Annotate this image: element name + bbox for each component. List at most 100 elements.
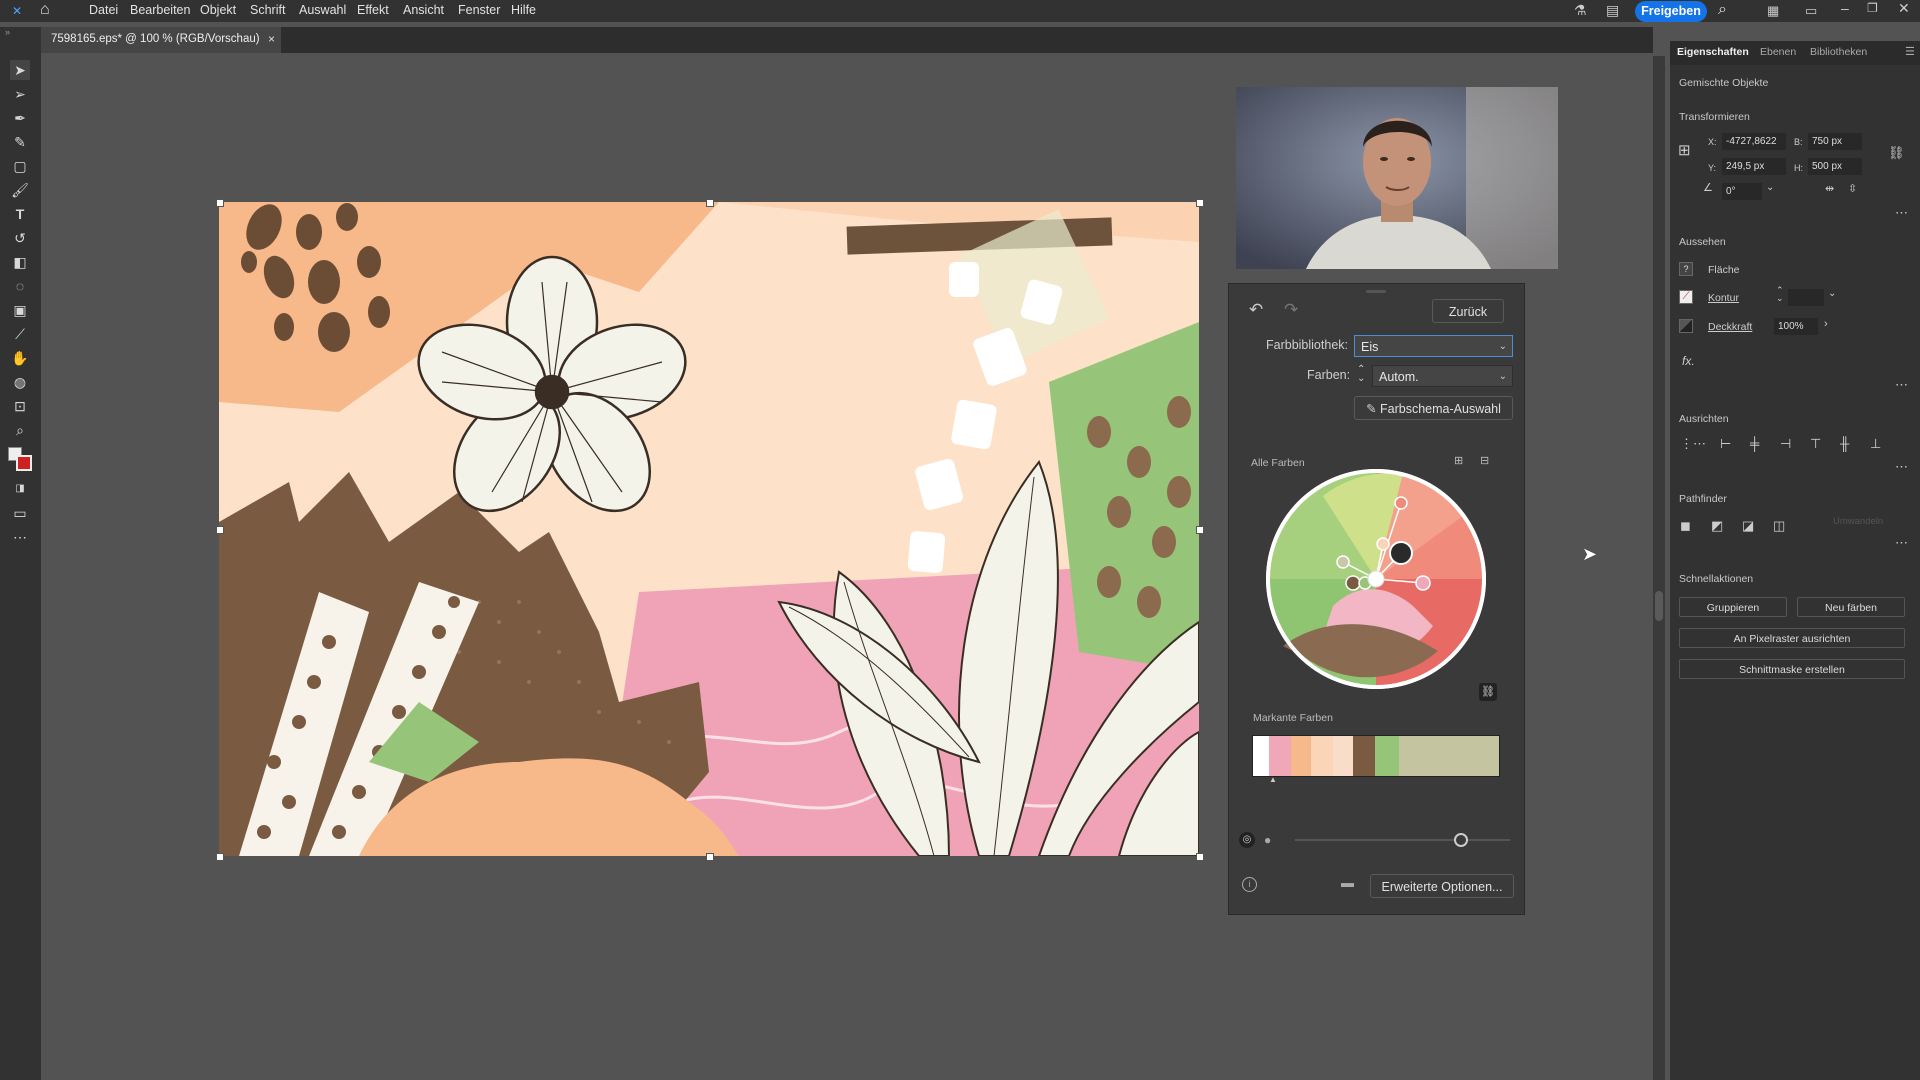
info-icon[interactable]: i [1242,877,1257,892]
gradient-tool-icon[interactable]: ▣ [10,300,30,320]
tab-layers[interactable]: Ebenen [1760,46,1796,58]
menu-object[interactable]: Objekt [200,3,236,17]
angle-field[interactable]: 0° [1722,183,1762,200]
prominent-color-swatch[interactable] [1375,736,1399,776]
align-to-pixel-grid-button[interactable]: An Pixelraster ausrichten [1679,628,1905,648]
opacity-field[interactable]: 100% [1774,318,1818,335]
home-icon[interactable]: ⌂ [40,1,50,19]
fill-label[interactable]: Fläche [1708,264,1740,276]
stroke-swatch-icon[interactable]: ⟋ [1679,290,1693,304]
restore-icon[interactable]: ❐ [1867,1,1878,15]
lasso-tool-icon[interactable]: ◌ [10,276,30,296]
menu-select[interactable]: Auswahl [299,3,346,17]
chevron-right-icon[interactable]: › [1824,318,1828,330]
align-top-icon[interactable]: ⊤ [1810,436,1821,452]
draw-mode-icon[interactable]: ◨ [10,479,30,499]
dialog-grip[interactable] [1366,290,1386,293]
menu-effect[interactable]: Effekt [357,3,389,17]
align-bottom-icon[interactable]: ⊥ [1870,436,1881,452]
saturation-slider-handle[interactable] [1454,833,1468,847]
menu-edit[interactable]: Bearbeiten [130,3,190,17]
selection-handle[interactable] [1196,199,1204,207]
prominent-colors-bar[interactable] [1252,735,1500,777]
stroke-stepper-icon[interactable]: ⌃ ⌄ [1776,286,1784,303]
colors-select[interactable]: Autom. ⌄ [1372,365,1513,387]
colors-stepper-icon[interactable]: ⌃ ⌄ [1357,365,1365,384]
link-harmony-icon[interactable]: ⛓ [1479,683,1497,701]
more-options-icon[interactable]: ⋯ [1895,535,1908,551]
menu-view[interactable]: Ansicht [403,3,444,17]
undo-icon[interactable]: ↶ [1249,300,1263,320]
vertical-scrollbar[interactable] [1653,56,1665,1080]
screen-mode-icon[interactable]: ▭ [10,503,30,523]
pen-tool-icon[interactable]: ✒ [10,108,30,128]
tab-properties[interactable]: Eigenschaften [1677,46,1749,58]
pathfinder-exclude-icon[interactable]: ◫ [1773,518,1785,534]
stroke-weight-field[interactable] [1788,289,1824,306]
align-left-icon[interactable]: ⊢ [1720,436,1731,452]
selection-handle[interactable] [1196,526,1204,534]
prominent-color-swatch[interactable] [1353,736,1375,776]
prominent-color-swatch[interactable] [1269,736,1291,776]
close-tab-icon[interactable]: × [268,32,275,46]
make-clipping-mask-button[interactable]: Schnittmaske erstellen [1679,659,1905,679]
saturation-slider[interactable] [1295,833,1510,847]
reference-point-icon[interactable]: ⊞ [1678,141,1691,159]
zoom-tool-icon[interactable]: ⌕ [10,420,30,440]
selection-handle[interactable] [1196,853,1204,861]
prominent-color-swatch[interactable] [1399,736,1499,776]
share-button[interactable]: Freigeben [1635,1,1707,22]
stroke-label[interactable]: Kontur [1708,292,1739,304]
menu-window[interactable]: Fenster [458,3,500,17]
width-field[interactable]: 750 px [1808,133,1862,150]
recolor-button[interactable]: Neu färben [1797,597,1905,617]
more-options-icon[interactable]: ⋯ [1895,205,1908,221]
flip-horizontal-icon[interactable]: ⇹ [1825,182,1834,195]
color-scheme-picker-button[interactable]: ✎ Farbschema-Auswahl [1354,396,1513,420]
x-field[interactable]: -4727,8622 [1722,133,1786,150]
fill-unknown-icon[interactable]: ? [1679,262,1693,276]
brush-tool-icon[interactable]: 🖌 [10,180,30,200]
prominent-color-swatch[interactable] [1333,736,1353,776]
type-tool-icon[interactable]: T [10,204,30,224]
back-button[interactable]: Zurück [1432,299,1504,323]
selection-handle[interactable] [706,853,714,861]
redo-icon[interactable]: ↷ [1284,300,1298,320]
pathfinder-minus-front-icon[interactable]: ◩ [1711,518,1723,534]
group-button[interactable]: Gruppieren [1679,597,1787,617]
selection-tool-icon[interactable]: ➤ [10,60,30,80]
panel-menu-icon[interactable]: ☰ [1905,45,1915,58]
rectangle-tool-icon[interactable]: ▢ [10,156,30,176]
direct-selection-tool-icon[interactable]: ➢ [10,84,30,104]
selection-handle[interactable] [216,199,224,207]
search-icon[interactable]: ⌕ [1718,1,1727,19]
blend-tool-icon[interactable]: ✋ [10,348,30,368]
document-tab[interactable]: 7598165.eps* @ 100 % (RGB/Vorschau) × [41,27,281,53]
align-center-vertical-icon[interactable]: ╫ [1840,436,1849,451]
brightness-mode-icon[interactable]: ● [1264,833,1271,847]
prominent-color-swatch[interactable] [1311,736,1333,776]
selection-handle[interactable] [216,526,224,534]
prominent-color-swatch[interactable] [1253,736,1269,776]
advanced-options-button[interactable]: Erweiterte Optionen... [1370,874,1514,898]
eraser-tool-icon[interactable]: ◧ [10,252,30,272]
chevron-down-icon[interactable]: ⌄ [1828,288,1836,299]
y-field[interactable]: 249,5 px [1722,158,1786,175]
arrange-icon[interactable]: ▭ [1805,3,1817,19]
constrain-proportions-icon[interactable]: ⛓ [1888,145,1905,161]
opacity-label[interactable]: Deckkraft [1708,321,1752,333]
scrollbar-thumb[interactable] [1655,591,1663,621]
eyedropper-tool-icon[interactable]: ⟋ [10,324,30,344]
color-wheel[interactable] [1263,466,1489,692]
library-select[interactable]: Eis ⌄ [1354,335,1513,357]
workspace-icon[interactable]: ▦ [1767,3,1779,19]
swatch-marker-icon[interactable]: ▲ [1269,775,1277,784]
flip-vertical-icon[interactable]: ⇳ [1848,182,1857,195]
height-field[interactable]: 500 px [1808,158,1862,175]
saturation-mode-icon[interactable]: ◎ [1239,832,1255,848]
chevron-down-icon[interactable]: ⌄ [1766,182,1774,193]
align-right-icon[interactable]: ⊣ [1780,436,1791,452]
more-tools-icon[interactable]: ⋯ [10,527,30,547]
rotate-tool-icon[interactable]: ↺ [10,228,30,248]
close-window-icon[interactable]: ✕ [1898,0,1910,17]
